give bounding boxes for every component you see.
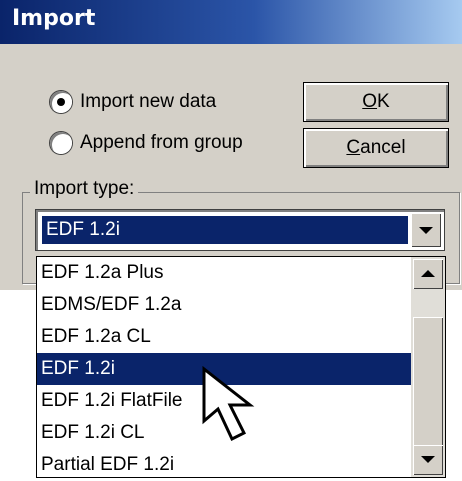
radio-import-new-data[interactable]: Import new data: [50, 87, 216, 117]
title-bar: Import: [0, 0, 462, 44]
vertical-scrollbar[interactable]: [411, 257, 445, 477]
ok-button[interactable]: OK: [303, 82, 449, 122]
scroll-down-button[interactable]: [413, 445, 443, 475]
cancel-label: ancel: [360, 137, 406, 158]
dropdown-button[interactable]: [411, 213, 441, 247]
cancel-button[interactable]: Cancel: [303, 128, 449, 168]
radio-label-import-new-data: Import new data: [80, 91, 217, 112]
dialog-title: Import: [12, 6, 96, 31]
scroll-thumb[interactable]: [413, 317, 443, 447]
radio-button-icon[interactable]: [50, 132, 72, 154]
scroll-up-arrow-icon: [421, 270, 435, 277]
list-item[interactable]: EDF 1.2a CL: [37, 321, 411, 353]
cancel-mnemonic: C: [346, 137, 361, 158]
radio-append-from-group[interactable]: Append from group: [50, 128, 243, 158]
import-type-value[interactable]: EDF 1.2i: [42, 216, 408, 244]
scroll-up-button[interactable]: [413, 259, 443, 289]
radio-button-icon[interactable]: [50, 91, 72, 113]
import-dialog: Import Import new data Append from group…: [0, 0, 462, 290]
radio-selected-dot: [57, 98, 65, 106]
list-item[interactable]: EDMS/EDF 1.2a: [37, 289, 411, 321]
ok-mnemonic: O: [362, 91, 378, 112]
list-item[interactable]: EDF 1.2a Plus: [37, 257, 411, 289]
import-type-label: Import type:: [30, 178, 139, 200]
radio-label-append-from-group: Append from group: [80, 132, 243, 153]
mouse-pointer-icon: [202, 365, 255, 442]
dropdown-arrow-icon: [419, 227, 433, 234]
ok-label: K: [377, 91, 390, 112]
import-type-combobox[interactable]: EDF 1.2i: [36, 210, 444, 250]
scroll-down-arrow-icon: [421, 456, 435, 463]
